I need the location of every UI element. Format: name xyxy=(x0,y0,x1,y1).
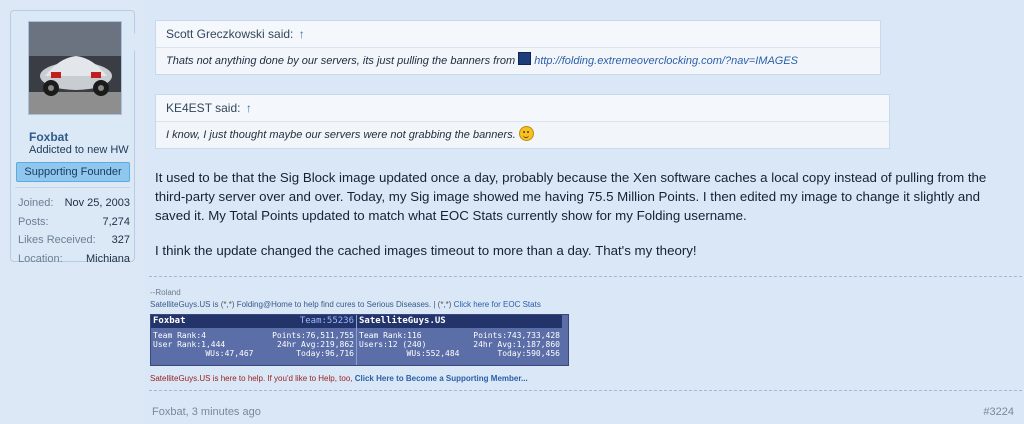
post-meta[interactable]: Foxbat, 3 minutes ago xyxy=(152,406,261,418)
signature-line: SatelliteGuys.US is (*,*) Folding@Home t… xyxy=(150,300,541,309)
eoc-header: SatelliteGuys.US xyxy=(357,315,562,328)
avatar[interactable] xyxy=(28,21,122,115)
post-paragraph: It used to be that the Sig Block image u… xyxy=(155,170,987,223)
signature-text: SatelliteGuys.US is here to help. If you… xyxy=(150,374,355,383)
eoc-user-name: Foxbat xyxy=(153,316,186,326)
quote-content: I know, I just thought maybe our servers… xyxy=(166,129,516,141)
folding-clover-icon: (*,*) xyxy=(437,300,452,309)
smile-emoji-icon xyxy=(518,126,534,141)
eoc-stat: Today:590,456 xyxy=(497,349,560,358)
jump-to-quote-icon[interactable]: ↑ xyxy=(299,27,305,41)
eoc-stats-banner[interactable]: Foxbat Team:55236 Team Rank:4 Points:76,… xyxy=(150,314,569,366)
signature-credit: --Roland xyxy=(150,288,181,297)
user-stats: Joined: Nov 25, 2003 Posts: 7,274 Likes … xyxy=(18,194,130,268)
eoc-stat: User Rank:1,444 xyxy=(153,340,226,349)
signature: --Roland SatelliteGuys.US is (*,*) Foldi… xyxy=(150,288,541,309)
eoc-stat: 24hr Avg:219,862 xyxy=(276,340,354,349)
eoc-stat: 24hr Avg:1,187,860 xyxy=(473,340,560,349)
post-paragraph: I think the update changed the cached im… xyxy=(155,243,697,258)
eoc-stat: Points:743,733,428 xyxy=(473,331,560,340)
post-footer-divider xyxy=(149,390,1022,391)
eoc-team-name: SatelliteGuys.US xyxy=(359,316,446,326)
eoc-team-panel: SatelliteGuys.US Team Rank:116 Points:74… xyxy=(357,315,562,365)
stat-key: Location: xyxy=(18,252,63,265)
signature-text: Folding@Home to help find cures to Serio… xyxy=(234,300,438,309)
stat-value: Nov 25, 2003 xyxy=(64,197,130,209)
stat-key: Joined: xyxy=(18,197,54,209)
quote-content: Thats not anything done by our servers, … xyxy=(166,55,519,67)
eoc-stat: Team Rank:4 xyxy=(153,331,206,340)
quote-author[interactable]: KE4EST said: xyxy=(166,101,240,115)
username-link[interactable]: Foxbat xyxy=(29,130,68,144)
quote-attribution: Scott Greczkowski said: ↑ xyxy=(156,21,880,48)
stat-posts: Posts: 7,274 xyxy=(18,213,130,232)
quote-author[interactable]: Scott Greczkowski said: xyxy=(166,27,293,41)
stat-joined: Joined: Nov 25, 2003 xyxy=(18,194,130,213)
post: Foxbat Addicted to new HW Supporting Fou… xyxy=(0,0,1024,424)
eoc-stats-link[interactable]: Click here for EOC Stats xyxy=(451,300,541,309)
eoc-stat: WUs:552,484 xyxy=(406,349,460,358)
quote-text: Thats not anything done by our servers, … xyxy=(156,48,880,74)
eoc-stat: Users:12 (240) xyxy=(359,340,427,349)
stat-location: Location: Michiana xyxy=(18,250,130,269)
eoc-user-panel: Foxbat Team:55236 Team Rank:4 Points:76,… xyxy=(151,315,356,365)
avatar-image xyxy=(29,22,121,114)
stat-value[interactable]: 7,274 xyxy=(102,213,130,232)
supporting-member-link[interactable]: Click Here to Become a Supporting Member… xyxy=(355,374,528,383)
signature-footer-line: SatelliteGuys.US is here to help. If you… xyxy=(150,374,528,383)
quote-attribution: KE4EST said: ↑ xyxy=(156,95,889,122)
user-banner: Supporting Founder xyxy=(16,162,130,182)
eoc-team: Team:55236 xyxy=(299,316,354,326)
quote-link[interactable]: http://folding.extremeoverclocking.com/?… xyxy=(534,55,798,67)
eoc-stat: Points:76,511,755 xyxy=(272,331,354,340)
quote-block: Scott Greczkowski said: ↑ Thats not anyt… xyxy=(155,20,881,75)
stat-key: Likes Received: xyxy=(18,234,96,246)
post-number-link[interactable]: #3224 xyxy=(983,406,1014,418)
post-body: It used to be that the Sig Block image u… xyxy=(155,168,1015,276)
favicon-icon xyxy=(518,52,532,65)
quote-text: I know, I just thought maybe our servers… xyxy=(156,122,889,148)
stat-likes: Likes Received: 327 xyxy=(18,231,130,250)
eoc-stat: Today:96,716 xyxy=(296,349,354,358)
signature-divider xyxy=(149,276,1022,277)
jump-to-quote-icon[interactable]: ↑ xyxy=(246,101,252,115)
quote-block: KE4EST said: ↑ I know, I just thought ma… xyxy=(155,94,890,149)
eoc-stat: Team Rank:116 xyxy=(359,331,422,340)
eoc-stats-grid: Team Rank:116 Points:743,733,428 Users:1… xyxy=(357,328,562,358)
stat-value: 327 xyxy=(111,234,130,246)
stat-key: Posts: xyxy=(18,215,49,228)
user-title: Addicted to new HW xyxy=(29,144,129,156)
signature-text: SatelliteGuys.US is xyxy=(150,300,221,309)
message: Scott Greczkowski said: ↑ Thats not anyt… xyxy=(145,0,1024,424)
eoc-stats-grid: Team Rank:4 Points:76,511,755 User Rank:… xyxy=(151,328,356,358)
divider xyxy=(15,187,130,188)
user-panel: Foxbat Addicted to new HW Supporting Fou… xyxy=(10,10,143,265)
eoc-header: Foxbat Team:55236 xyxy=(151,315,356,328)
stat-value[interactable]: Michiana xyxy=(86,250,130,269)
eoc-stat: WUs:47,467 xyxy=(205,349,254,358)
folding-clover-icon: (*,*) xyxy=(220,300,235,309)
